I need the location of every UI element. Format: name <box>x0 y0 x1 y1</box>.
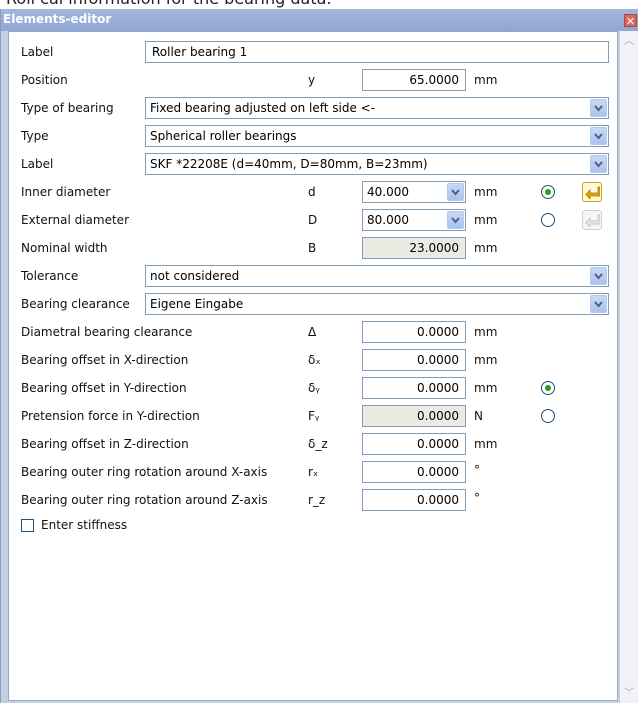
offset-y-unit: mm <box>474 381 498 395</box>
tolerance-dropdown[interactable]: not considered <box>145 265 609 287</box>
stiffness-checkbox[interactable] <box>21 519 34 532</box>
dropdown-arrow-icon[interactable] <box>590 99 607 117</box>
catalog-label-label: Label <box>21 157 54 171</box>
type-dropdown[interactable]: Spherical roller bearings <box>145 125 609 147</box>
rotation-z-unit: ° <box>474 491 480 505</box>
inner-diameter-symbol: d <box>308 185 316 199</box>
inner-diameter-label: Inner diameter <box>21 185 111 199</box>
offset-y-radio[interactable] <box>541 381 555 395</box>
dropdown-arrow-icon[interactable] <box>447 211 464 229</box>
nominal-width-label: Nominal width <box>21 241 108 255</box>
external-diameter-unit: mm <box>474 213 498 227</box>
dropdown-arrow-icon[interactable] <box>590 295 607 313</box>
rotation-z-input[interactable]: 0.0000 <box>362 489 466 511</box>
offset-x-unit: mm <box>474 353 498 367</box>
page-caption: Roll cal information for the bearing dat… <box>0 0 638 9</box>
pretension-y-unit: N <box>474 409 483 423</box>
rotation-x-unit: ° <box>474 463 480 477</box>
dropdown-arrow-icon[interactable] <box>590 267 607 285</box>
rotation-z-label: Bearing outer ring rotation around Z-axi… <box>21 493 268 507</box>
offset-z-input[interactable]: 0.0000 <box>362 433 466 455</box>
window-title: Elements-editor <box>3 12 112 26</box>
offset-x-symbol: δₓ <box>308 353 321 367</box>
nominal-width-symbol: B <box>308 241 317 255</box>
type-value: Spherical roller bearings <box>150 129 297 143</box>
offset-y-symbol: δᵧ <box>308 381 320 395</box>
stiffness-label: Enter stiffness <box>41 518 128 532</box>
diametral-clearance-symbol: Δ <box>308 325 317 339</box>
scroll-up-icon[interactable]: ︿ <box>622 35 636 49</box>
rotation-x-input[interactable]: 0.0000 <box>362 461 466 483</box>
diametral-clearance-unit: mm <box>474 325 498 339</box>
rotation-z-symbol: r_z <box>308 493 326 507</box>
vertical-scrollbar[interactable]: ︿ ﹀ <box>620 31 638 703</box>
rotation-x-label: Bearing outer ring rotation around X-axi… <box>21 465 268 479</box>
editor-panel: Label Roller bearing 1 Position y 65.000… <box>8 31 618 701</box>
dropdown-arrow-icon[interactable] <box>590 127 607 145</box>
offset-y-input[interactable]: 0.0000 <box>362 377 466 399</box>
pretension-y-radio[interactable] <box>541 409 555 423</box>
external-diameter-label: External diameter <box>21 213 129 227</box>
offset-z-symbol: δ_z <box>308 437 328 451</box>
type-label: Type <box>21 129 49 143</box>
inner-diameter-value: 40.000 <box>367 185 409 199</box>
pretension-y-symbol: Fᵧ <box>308 409 320 423</box>
external-diameter-dropdown[interactable]: 80.000 <box>362 209 466 231</box>
position-input[interactable]: 65.0000 <box>362 69 466 91</box>
pretension-y-value: 0.0000 <box>362 405 466 427</box>
position-unit: mm <box>474 73 498 87</box>
apply-arrow-icon[interactable] <box>582 182 602 202</box>
pretension-y-label: Pretension force in Y-direction <box>21 409 200 423</box>
rotation-x-symbol: rₓ <box>308 465 319 479</box>
scroll-down-icon[interactable]: ﹀ <box>622 687 636 701</box>
offset-x-label: Bearing offset in X-direction <box>21 353 189 367</box>
tolerance-value: not considered <box>150 269 240 283</box>
inner-diameter-radio[interactable] <box>541 185 555 199</box>
inner-diameter-unit: mm <box>474 185 498 199</box>
catalog-label-dropdown[interactable]: SKF *22208E (d=40mm, D=80mm, B=23mm) <box>145 153 609 175</box>
dropdown-arrow-icon[interactable] <box>447 183 464 201</box>
external-diameter-radio[interactable] <box>541 213 555 227</box>
diametral-clearance-input[interactable]: 0.0000 <box>362 321 466 343</box>
close-icon[interactable]: ✕ <box>624 14 637 28</box>
label-input[interactable]: Roller bearing 1 <box>145 41 609 63</box>
nominal-width-value: 23.0000 <box>362 237 466 259</box>
dropdown-arrow-icon[interactable] <box>590 155 607 173</box>
tolerance-label: Tolerance <box>21 269 79 283</box>
bearing-clearance-label: Bearing clearance <box>21 297 130 311</box>
apply-arrow-icon <box>582 210 602 230</box>
catalog-label-value: SKF *22208E (d=40mm, D=80mm, B=23mm) <box>150 157 428 171</box>
bearing-clearance-dropdown[interactable]: Eigene Eingabe <box>145 293 609 315</box>
type-of-bearing-label: Type of bearing <box>21 101 114 115</box>
diametral-clearance-label: Diametral bearing clearance <box>21 325 193 339</box>
offset-y-label: Bearing offset in Y-direction <box>21 381 187 395</box>
offset-x-input[interactable]: 0.0000 <box>362 349 466 371</box>
type-of-bearing-dropdown[interactable]: Fixed bearing adjusted on left side <- <box>145 97 609 119</box>
nominal-width-unit: mm <box>474 241 498 255</box>
position-label: Position <box>21 73 68 87</box>
bearing-clearance-value: Eigene Eingabe <box>150 297 244 311</box>
external-diameter-value: 80.000 <box>367 213 409 227</box>
title-bar: Elements-editor ✕ <box>1 9 638 31</box>
type-of-bearing-value: Fixed bearing adjusted on left side <- <box>150 101 376 115</box>
offset-z-unit: mm <box>474 437 498 451</box>
label-label: Label <box>21 45 54 59</box>
position-symbol: y <box>308 73 316 87</box>
external-diameter-symbol: D <box>308 213 318 227</box>
elements-editor-window: Elements-editor ✕ Label Roller bearing 1… <box>0 9 638 703</box>
inner-diameter-dropdown[interactable]: 40.000 <box>362 181 466 203</box>
offset-z-label: Bearing offset in Z-direction <box>21 437 189 451</box>
